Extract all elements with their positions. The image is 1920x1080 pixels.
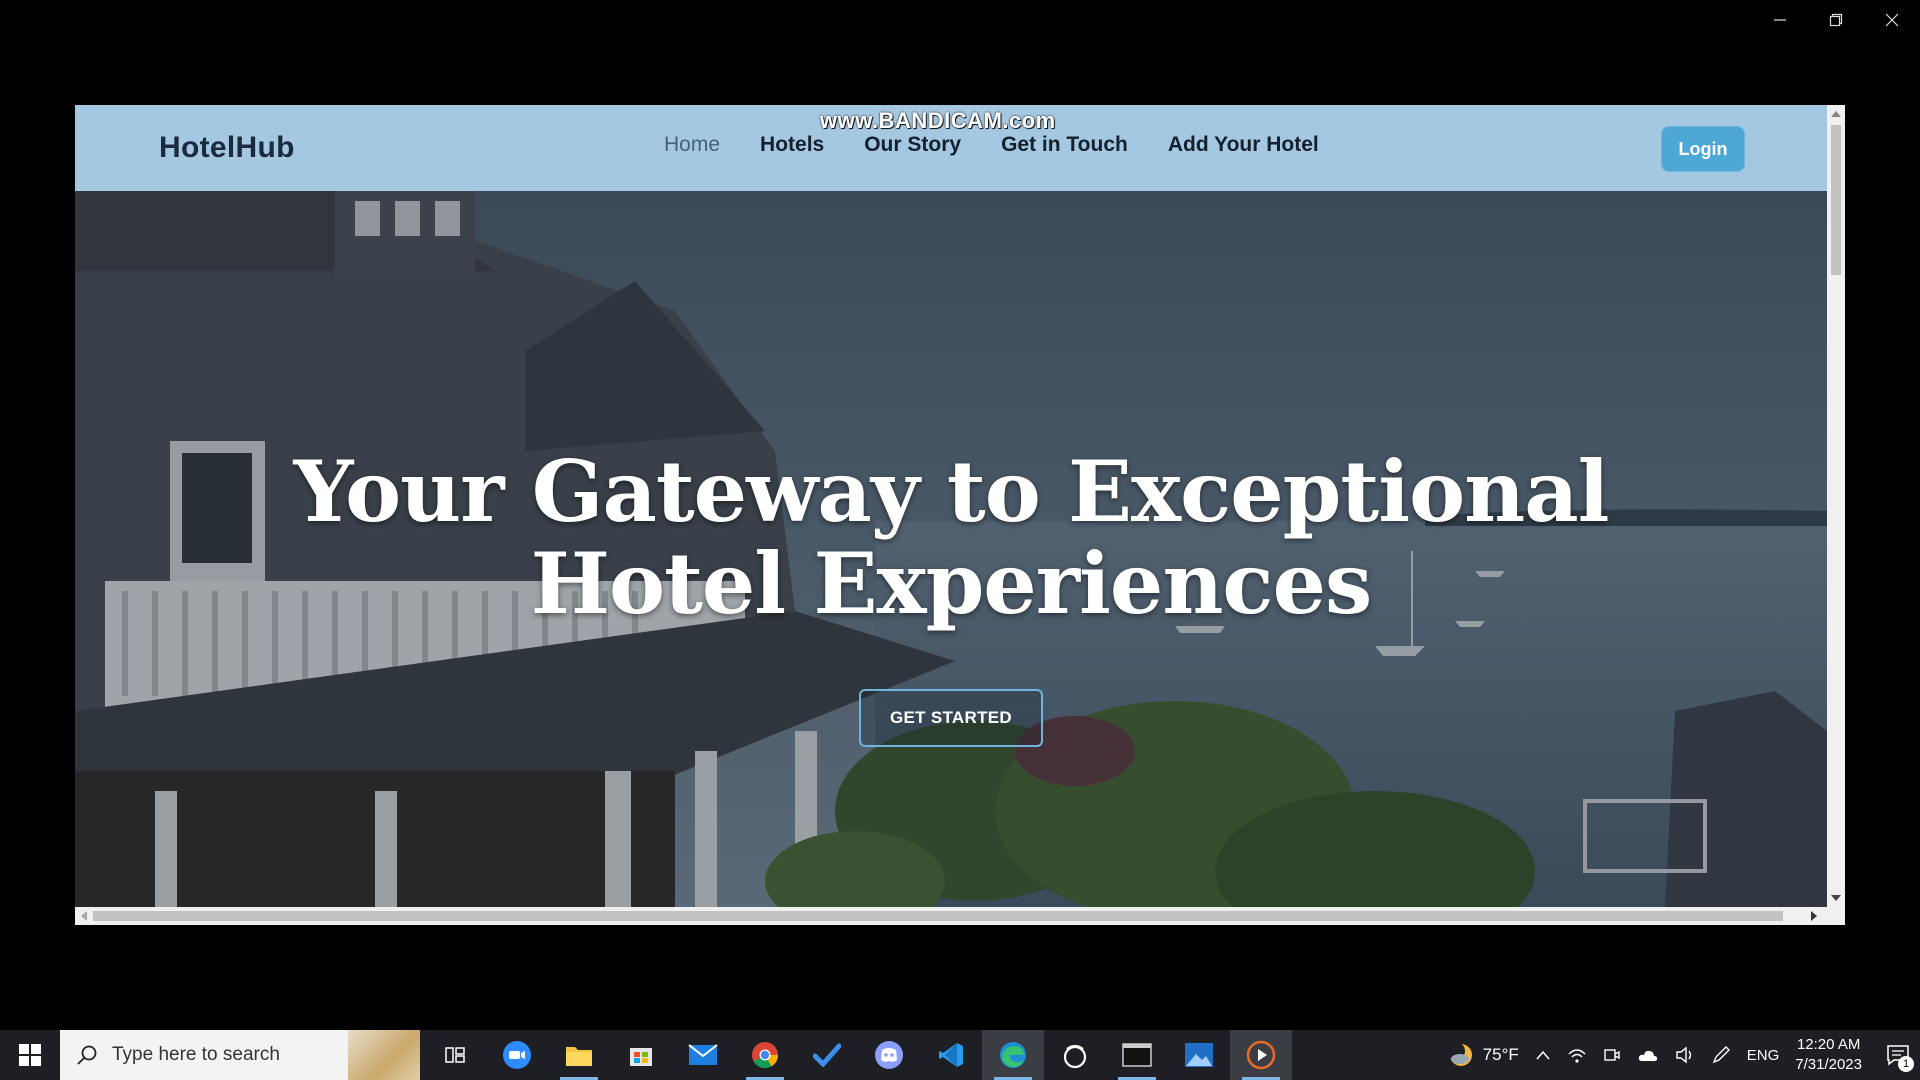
scroll-up-arrow-icon[interactable] [1831, 111, 1841, 117]
todo-icon[interactable] [796, 1030, 858, 1080]
vertical-scrollbar[interactable] [1827, 105, 1845, 907]
nav-link-add-your-hotel[interactable]: Add Your Hotel [1168, 133, 1319, 157]
search-icon [77, 1045, 97, 1065]
pen-icon[interactable] [1711, 1045, 1731, 1065]
start-button[interactable] [0, 1030, 60, 1080]
brand-logo[interactable]: HotelHub [159, 131, 295, 165]
restore-icon [1829, 13, 1843, 27]
nav-link-hotels[interactable]: Hotels [760, 133, 824, 157]
discord-icon[interactable] [858, 1030, 920, 1080]
scroll-down-arrow-icon[interactable] [1831, 895, 1841, 901]
browser-page: Your Gateway to Exceptional Hotel Experi… [75, 105, 1845, 925]
microsoft-store-icon[interactable] [610, 1030, 672, 1080]
clock[interactable]: 12:20 AM 7/31/2023 [1795, 1035, 1862, 1075]
windows-icon [19, 1044, 41, 1066]
horizontal-scroll-thumb[interactable] [93, 911, 1783, 921]
hero-title: Your Gateway to Exceptional Hotel Experi… [75, 446, 1827, 630]
clock-time: 12:20 AM [1796, 1036, 1861, 1053]
onedrive-icon[interactable] [1637, 1047, 1659, 1063]
obs-icon[interactable] [1044, 1030, 1106, 1080]
notification-center-button[interactable]: 1 [1876, 1030, 1920, 1080]
volume-icon[interactable] [1675, 1046, 1695, 1064]
search-highlight-image [348, 1030, 420, 1080]
vertical-scroll-thumb[interactable] [1831, 125, 1841, 275]
chrome-icon[interactable] [734, 1030, 796, 1080]
weather-widget[interactable]: 75°F [1446, 1041, 1519, 1069]
get-started-button[interactable]: GET STARTED [859, 689, 1043, 747]
nav-links: Home Hotels Our Story Get in Touch Add Y… [664, 133, 1359, 157]
horizontal-scrollbar[interactable] [75, 907, 1845, 925]
hero-title-line2: Hotel Experiences [530, 534, 1373, 633]
clock-date: 7/31/2023 [1795, 1056, 1862, 1073]
photos-icon[interactable] [1168, 1030, 1230, 1080]
hero-title-line1: Your Gateway to Exceptional [293, 442, 1609, 541]
terminal-icon[interactable] [1106, 1030, 1168, 1080]
scroll-right-arrow-icon[interactable] [1811, 911, 1817, 921]
taskbar: Type here to search 75°F ENG 12:20 AM 7/… [0, 1030, 1920, 1080]
edge-icon[interactable] [982, 1030, 1044, 1080]
zoom-icon[interactable] [486, 1030, 548, 1080]
taskbar-search-box[interactable]: Type here to search [60, 1030, 420, 1080]
meet-now-icon[interactable] [1603, 1046, 1621, 1064]
mail-icon[interactable] [672, 1030, 734, 1080]
language-indicator[interactable]: ENG [1747, 1047, 1780, 1064]
close-icon [1885, 13, 1899, 27]
weather-temperature: 75°F [1482, 1045, 1519, 1064]
chevron-up-icon [1536, 1050, 1550, 1060]
login-button[interactable]: Login [1661, 126, 1745, 172]
window-controls [1752, 0, 1920, 40]
minimize-button[interactable] [1752, 0, 1808, 40]
nav-link-home[interactable]: Home [664, 133, 720, 157]
system-tray: 75°F ENG 12:20 AM 7/31/2023 1 [1439, 1030, 1920, 1080]
media-player-icon[interactable] [1230, 1030, 1292, 1080]
notification-badge: 1 [1898, 1056, 1914, 1072]
wifi-icon[interactable] [1567, 1046, 1587, 1064]
restore-button[interactable] [1808, 0, 1864, 40]
show-hidden-icons-button[interactable] [1535, 1049, 1551, 1061]
search-placeholder: Type here to search [112, 1044, 280, 1065]
page-viewport: Your Gateway to Exceptional Hotel Experi… [75, 105, 1827, 907]
navbar: HotelHub www.BANDICAM.com Home Hotels Ou… [75, 105, 1827, 191]
minimize-icon [1774, 19, 1786, 21]
bandicam-watermark: www.BANDICAM.com [820, 108, 1056, 133]
nav-link-get-in-touch[interactable]: Get in Touch [1001, 133, 1128, 157]
task-view-icon[interactable] [424, 1030, 486, 1080]
file-explorer-icon[interactable] [548, 1030, 610, 1080]
nav-link-our-story[interactable]: Our Story [864, 133, 961, 157]
scroll-left-arrow-icon[interactable] [81, 911, 87, 921]
weather-moon-icon [1446, 1042, 1472, 1066]
taskbar-apps [424, 1030, 1292, 1080]
vscode-icon[interactable] [920, 1030, 982, 1080]
close-button[interactable] [1864, 0, 1920, 40]
hero-section: Your Gateway to Exceptional Hotel Experi… [75, 191, 1827, 907]
screen: Your Gateway to Exceptional Hotel Experi… [0, 0, 1920, 1080]
